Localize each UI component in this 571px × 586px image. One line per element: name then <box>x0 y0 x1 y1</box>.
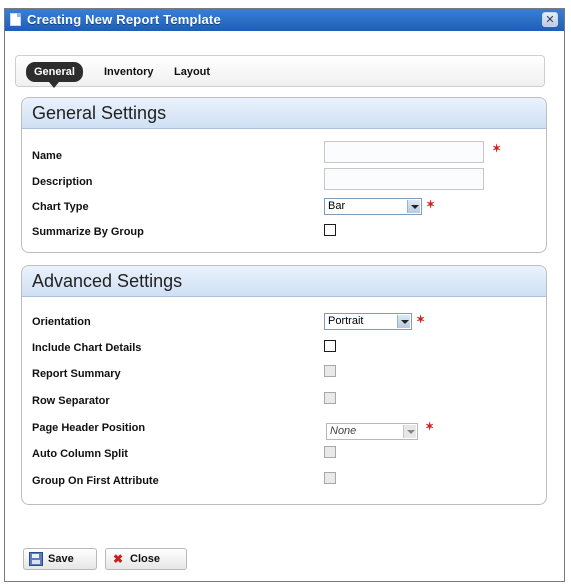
title-bar[interactable]: Creating New Report Template ✕ <box>5 9 564 31</box>
name-label: Name <box>32 150 62 162</box>
row-separator-checkbox <box>324 392 336 404</box>
chevron-down-icon[interactable] <box>407 200 420 213</box>
summarize-by-group-checkbox[interactable] <box>324 224 336 236</box>
document-icon <box>10 13 21 26</box>
include-chart-details-label: Include Chart Details <box>32 342 142 354</box>
save-button-label: Save <box>48 553 74 565</box>
chart-type-label: Chart Type <box>32 201 89 213</box>
auto-column-split-label: Auto Column Split <box>32 448 128 460</box>
row-separator-label: Row Separator <box>32 395 110 407</box>
save-button[interactable]: Save <box>23 548 97 570</box>
required-marker-icon: ✶ <box>492 143 502 155</box>
chevron-down-icon <box>403 425 416 438</box>
report-summary-checkbox <box>324 365 336 377</box>
dialog-window: Creating New Report Template ✕ General I… <box>4 8 565 582</box>
close-button[interactable]: ✖ Close <box>105 548 187 570</box>
tab-general[interactable]: General <box>26 62 83 88</box>
chart-type-value: Bar <box>328 200 346 212</box>
tab-layout[interactable]: Layout <box>166 62 218 82</box>
required-marker-icon: ✶ <box>426 199 436 211</box>
chevron-down-icon[interactable] <box>397 315 410 328</box>
group-on-first-attribute-label: Group On First Attribute <box>32 475 159 487</box>
tab-bar: General Inventory Layout <box>15 55 545 88</box>
report-summary-label: Report Summary <box>32 368 121 380</box>
summarize-by-group-label: Summarize By Group <box>32 226 144 238</box>
general-settings-panel: General Settings Name ✶ Description Char… <box>21 97 547 253</box>
required-marker-icon: ✶ <box>425 421 435 433</box>
orientation-label: Orientation <box>32 316 91 328</box>
save-icon <box>29 552 43 566</box>
chart-type-select[interactable]: Bar <box>324 198 422 215</box>
orientation-select[interactable]: Portrait <box>324 313 412 330</box>
page-header-position-select: None <box>326 423 418 440</box>
close-icon: ✖ <box>112 552 124 566</box>
description-label: Description <box>32 176 93 188</box>
include-chart-details-checkbox[interactable] <box>324 340 336 352</box>
required-marker-icon: ✶ <box>416 314 426 326</box>
orientation-value: Portrait <box>328 315 364 327</box>
description-input[interactable] <box>324 168 484 190</box>
window-title: Creating New Report Template <box>27 12 221 27</box>
close-button-label: Close <box>130 553 160 565</box>
tab-inventory[interactable]: Inventory <box>96 62 162 82</box>
auto-column-split-checkbox <box>324 446 336 458</box>
general-settings-header: General Settings <box>22 98 546 129</box>
page-header-position-label: Page Header Position <box>32 422 146 434</box>
group-on-first-attribute-checkbox <box>324 472 336 484</box>
advanced-settings-header: Advanced Settings <box>22 266 546 297</box>
close-window-button[interactable]: ✕ <box>542 12 558 27</box>
name-input[interactable] <box>324 141 484 163</box>
advanced-settings-panel: Advanced Settings Orientation Portrait ✶… <box>21 265 547 505</box>
page-header-position-value: None <box>330 425 357 437</box>
